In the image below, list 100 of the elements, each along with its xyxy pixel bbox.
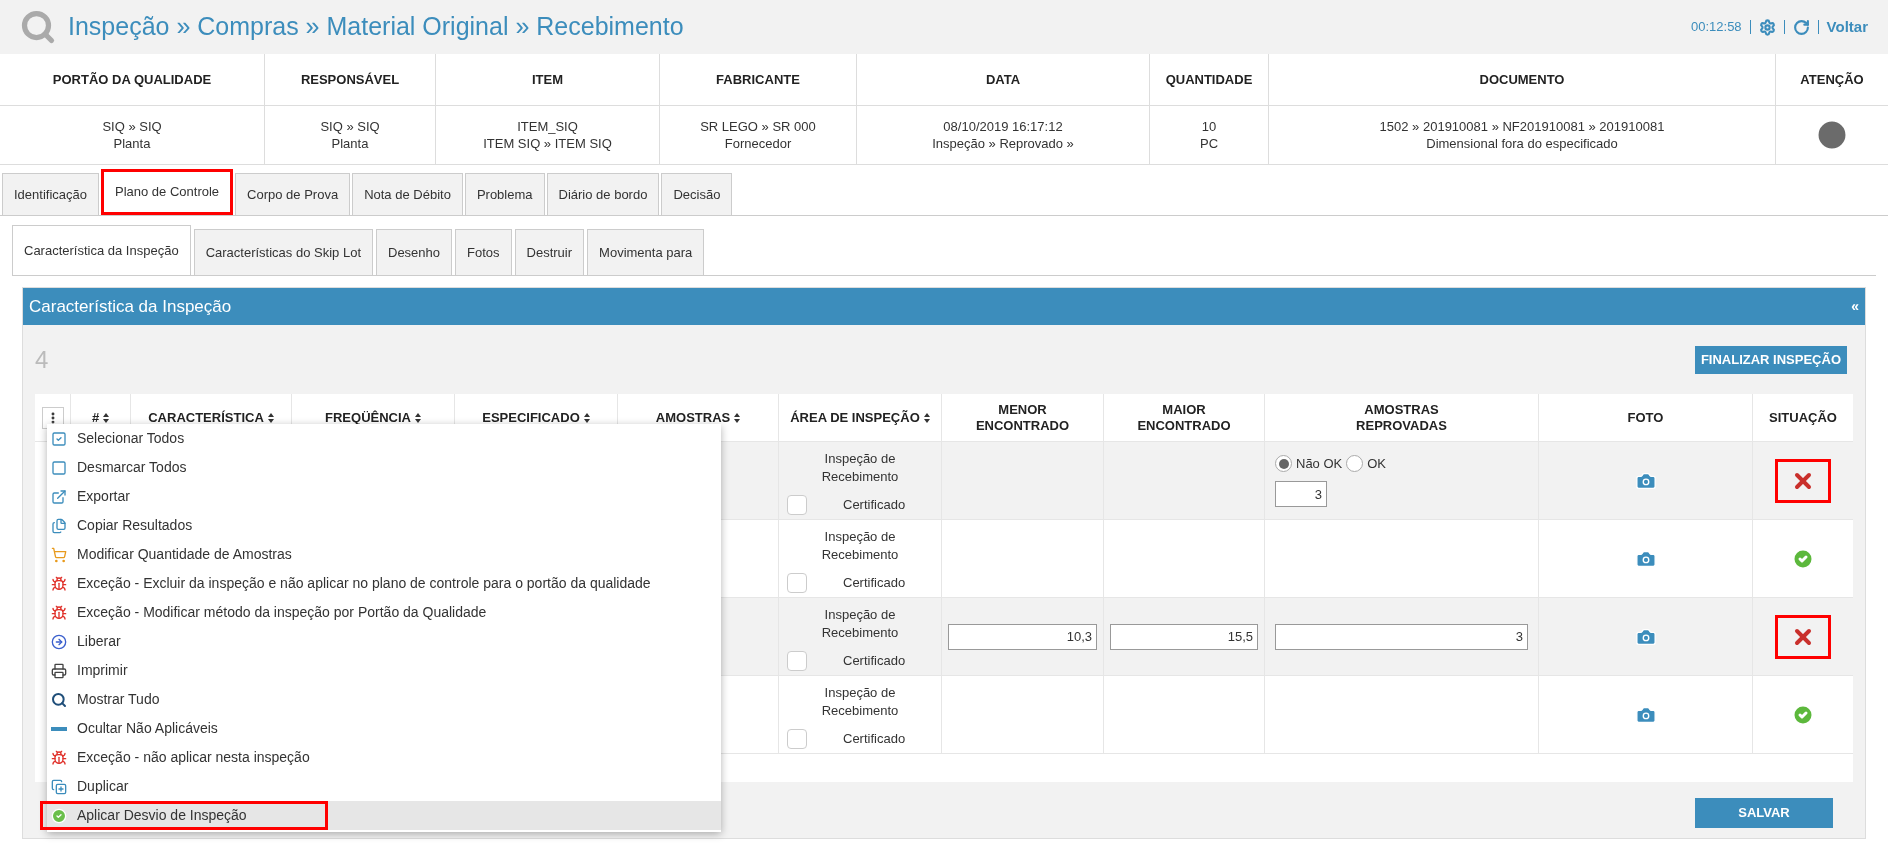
finish-button[interactable]: FINALIZAR INSPEÇÃO (1694, 345, 1847, 374)
settings-icon[interactable] (1758, 18, 1776, 36)
subtab[interactable]: Movimenta para (587, 229, 705, 275)
tab[interactable]: Problema (464, 173, 545, 215)
sort-icon (923, 412, 930, 423)
radio-label: OK (1367, 454, 1387, 473)
menu-item[interactable]: Selecionar Todos (47, 424, 721, 453)
certificado-checkbox[interactable] (787, 651, 807, 671)
column-header: FABRICANTE (716, 70, 800, 89)
column-header: SITUAÇÃO (1769, 409, 1837, 426)
radio-button[interactable] (1275, 455, 1292, 472)
maior-field[interactable]: 15,5 (1110, 623, 1258, 650)
tab[interactable]: Diário de bordo (546, 173, 660, 215)
check-circle-icon (51, 807, 67, 824)
search-icon (20, 9, 56, 45)
sort-icon (103, 412, 110, 423)
tab[interactable]: Plano de Controle (101, 169, 234, 215)
refresh-icon[interactable] (1792, 18, 1810, 36)
menu-item[interactable]: Copiar Resultados (47, 511, 721, 540)
search-icon (51, 691, 67, 708)
minus-icon (51, 726, 67, 731)
certificado-label: Certificado (843, 496, 906, 515)
certificado-checkbox[interactable] (787, 495, 807, 515)
tab[interactable]: Corpo de Prova (235, 173, 351, 215)
subtab[interactable]: Destruir (514, 229, 585, 275)
timer-text: 00:12:58 (1691, 18, 1742, 37)
info-text: 10 (1201, 118, 1217, 135)
info-text: ITEM SIQ » ITEM SIQ (483, 135, 612, 152)
area-text: Inspeção de Recebimento (820, 450, 900, 486)
area-text: Inspeção de Recebimento (820, 606, 900, 642)
column-header[interactable]: AMOSTRAS (655, 409, 731, 426)
subtab[interactable]: Características do Skip Lot (193, 229, 373, 275)
menu-item[interactable]: Ocultar Não Aplicáveis (47, 714, 721, 743)
column-header: ITEM (531, 70, 564, 89)
column-header: DOCUMENTO (1479, 70, 1565, 89)
column-header[interactable]: # (91, 409, 100, 426)
radio-button[interactable] (1346, 455, 1364, 472)
sort-icon (583, 412, 590, 423)
menu-item[interactable]: Liberar (47, 627, 721, 656)
certificado-label: Certificado (843, 574, 906, 593)
area-text: Inspeção de Recebimento (820, 528, 900, 564)
collapse-toggle[interactable]: « (1851, 296, 1859, 317)
subtab[interactable]: Fotos (455, 229, 512, 275)
menu-item[interactable]: Exportar (47, 482, 721, 511)
info-text: Inspeção » Reprovado » (932, 135, 1074, 152)
info-text: SIQ » SIQ (320, 118, 380, 135)
sort-icon (267, 412, 274, 423)
bug-icon (51, 749, 67, 766)
info-text: Fornecedor (724, 135, 792, 152)
duplicate-icon (51, 778, 67, 795)
menu-item[interactable]: Exceção - Modificar método da inspeção por Portão da Qualidade (47, 598, 721, 627)
menu-item[interactable]: Exceção - Excluir da inspeção e não aplicar no plano de controle para o portão da qualidade (47, 569, 721, 598)
menor-field[interactable]: 10,3 (948, 623, 1097, 650)
info-text: Dimensional fora do especificado (1426, 135, 1618, 152)
sort-icon (414, 412, 421, 423)
certificado-label: Certificado (843, 652, 906, 671)
column-header: AMOSTRAS REPROVADAS (1355, 401, 1448, 434)
column-header: ATENÇÃO (1800, 70, 1864, 89)
column-header: PORTÃO DA QUALIDADE (52, 70, 212, 89)
subtab[interactable]: Desenho (376, 229, 453, 275)
column-header: MENOR ENCONTRADO (974, 401, 1071, 434)
column-header[interactable]: ESPECIFICADO (482, 409, 580, 426)
column-header: QUANTIDADE (1165, 70, 1253, 89)
column-header[interactable]: CARACTERÍSTICA (148, 409, 264, 426)
tab[interactable]: Identificação (2, 173, 99, 215)
menu-item[interactable]: Imprimir (47, 656, 721, 685)
column-header: FOTO (1627, 409, 1664, 426)
menu-item[interactable]: Mostrar Tudo (47, 685, 721, 714)
info-text: SIQ » SIQ (102, 118, 162, 135)
area-text: Inspeção de Recebimento (820, 684, 900, 720)
info-text: Planta (331, 135, 369, 152)
menu-item[interactable]: Exceção - não aplicar nesta inspeção (47, 743, 721, 772)
column-header[interactable]: ÁREA DE INSPEÇÃO (790, 409, 920, 426)
bug-icon (51, 604, 67, 621)
checkbox-checked-icon (51, 430, 67, 447)
column-header: MAIOR ENCONTRADO (1136, 401, 1232, 434)
tab[interactable]: Nota de Débito (352, 173, 463, 215)
cart-icon (51, 546, 67, 563)
info-text: Planta (113, 135, 151, 152)
info-text: PC (1199, 135, 1219, 152)
checkbox-empty-icon (51, 459, 67, 476)
certificado-label: Certificado (843, 730, 906, 749)
column-header[interactable]: FREQÜÊNCIA (325, 409, 411, 426)
arrow-right-icon (51, 633, 67, 650)
external-link-icon (51, 488, 67, 505)
menu-item[interactable]: Duplicar (47, 772, 721, 801)
page-title: Inspeção » Compras » Material Original » Recebimento (68, 11, 684, 43)
certificado-checkbox[interactable] (787, 729, 807, 749)
menu-item[interactable]: Modificar Quantidade de Amostras (47, 540, 721, 569)
info-text: SR LEGO » SR 000 (700, 118, 816, 135)
subtab[interactable]: Característica da Inspeção (12, 225, 191, 275)
save-button[interactable]: SALVAR (1695, 798, 1833, 828)
info-text: ITEM_SIQ (517, 118, 578, 135)
radio-label: Não OK (1296, 454, 1343, 473)
reprovadas-field[interactable]: 3 (1275, 623, 1528, 650)
tab[interactable]: Decisão (661, 173, 733, 215)
menu-item[interactable]: Desmarcar Todos (47, 453, 721, 482)
reprovadas-field[interactable]: 3 (1275, 481, 1327, 508)
certificado-checkbox[interactable] (787, 573, 807, 593)
column-header: DATA (985, 70, 1021, 89)
